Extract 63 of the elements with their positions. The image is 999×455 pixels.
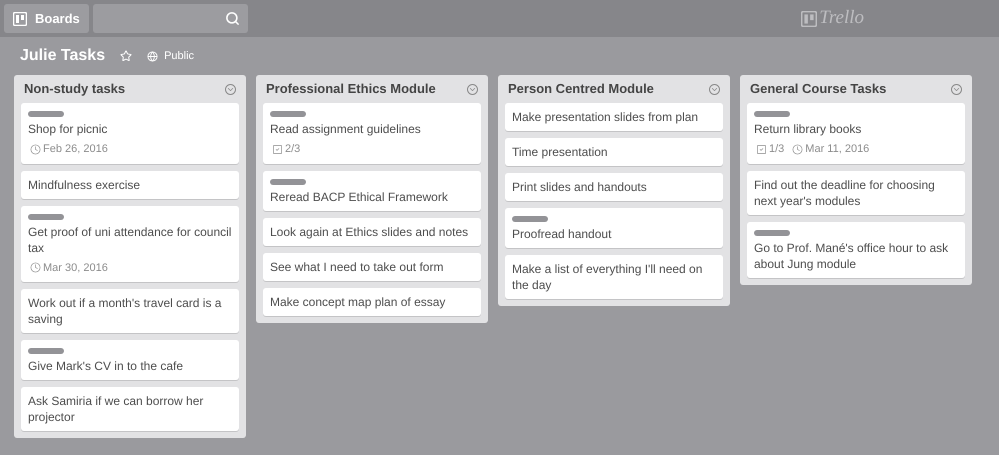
card-title: Mindfulness exercise: [28, 176, 142, 192]
card[interactable]: Give Mark's CV in to the cafe: [21, 340, 239, 380]
card-title: Read assignment guidelines: [270, 121, 422, 137]
due-date: Mar 30, 2016: [43, 260, 108, 276]
checklist-count: 2/3: [285, 142, 300, 157]
card-title: Make presentation slides from plan: [512, 109, 700, 125]
card[interactable]: Print slides and handouts: [505, 173, 723, 201]
card[interactable]: Get proof of uni attendance for council tax Mar 30, 2016: [21, 206, 239, 282]
card-title: Ask Samiria if we can borrow her projector: [28, 393, 204, 425]
card-title: Get proof of uni attendance for council tax: [28, 224, 232, 256]
due-date: Mar 11, 2016: [805, 142, 870, 157]
list-menu-icon[interactable]: [467, 84, 478, 94]
list-title: General Course Tasks: [750, 80, 886, 98]
card-title: See what I need to take out form: [270, 258, 444, 274]
search-icon: [224, 11, 240, 26]
card-title: Look again at Ethics slides and notes: [270, 224, 470, 240]
card[interactable]: Work out if a month's travel card is a saving: [21, 289, 239, 333]
globe-icon: [147, 50, 158, 62]
clock-icon: [792, 144, 804, 155]
card[interactable]: Make concept map plan of essay: [263, 288, 481, 316]
card[interactable]: Ask Samiria if we can borrow her projector: [21, 387, 239, 431]
clock-icon: [30, 144, 41, 155]
star-icon[interactable]: [120, 50, 132, 62]
boards-icon: [13, 12, 27, 26]
card-title: Work out if a month's travel card is a saving: [28, 295, 222, 327]
card[interactable]: Return library books 1/3 Mar 11, 2016: [747, 103, 965, 164]
card[interactable]: Make presentation slides from plan: [505, 103, 723, 131]
list-title: Professional Ethics Module: [266, 80, 436, 98]
checkbox-icon: [272, 144, 283, 155]
list-title: Person Centred Module: [508, 80, 654, 98]
list-menu-icon[interactable]: [225, 84, 236, 94]
card[interactable]: Time presentation: [505, 138, 723, 166]
card-title: Go to Prof. Mané's office hour to ask about Jung module: [754, 240, 950, 272]
list-menu-icon[interactable]: [709, 84, 720, 94]
search-field[interactable]: [92, 4, 248, 33]
card[interactable]: Look again at Ethics slides and notes: [263, 218, 481, 246]
card-title: Print slides and handouts: [512, 179, 648, 195]
due-date: Feb 26, 2016: [43, 142, 108, 157]
card[interactable]: Reread BACP Ethical Framework: [263, 170, 481, 210]
clock-icon: [30, 262, 41, 274]
boards-icon: [801, 10, 818, 26]
card[interactable]: Go to Prof. Mané's office hour to ask about Jung module: [747, 222, 965, 278]
card[interactable]: Shop for picnic Feb 26, 2016: [21, 103, 239, 164]
board-title: Julie Tasks: [20, 46, 106, 66]
card-title: Make concept map plan of essay: [270, 294, 446, 310]
list-menu-icon[interactable]: [951, 84, 962, 94]
card-title: Find out the deadline for choosing next year's modules: [754, 176, 936, 208]
card-title: Make a list of everything I'll need on the day: [512, 261, 704, 293]
card[interactable]: Read assignment guidelines 2/3: [263, 103, 481, 164]
card[interactable]: Proofread handout: [505, 208, 723, 248]
card-title: Time presentation: [512, 144, 609, 160]
card-title: Reread BACP Ethical Framework: [270, 188, 449, 204]
card[interactable]: Find out the deadline for choosing next year's modules: [747, 170, 965, 214]
card[interactable]: Mindfulness exercise: [21, 170, 239, 198]
checklist-count: 1/3: [769, 142, 784, 157]
card-title: Give Mark's CV in to the cafe: [28, 358, 184, 374]
card-title: Shop for picnic: [28, 121, 108, 137]
card[interactable]: Make a list of everything I'll need on the day: [505, 255, 723, 299]
list-title: Non-study tasks: [24, 80, 126, 98]
checkbox-icon: [756, 144, 767, 155]
card[interactable]: See what I need to take out form: [263, 252, 481, 280]
card-title: Proofread handout: [512, 226, 612, 242]
card-title: Return library books: [754, 121, 862, 137]
